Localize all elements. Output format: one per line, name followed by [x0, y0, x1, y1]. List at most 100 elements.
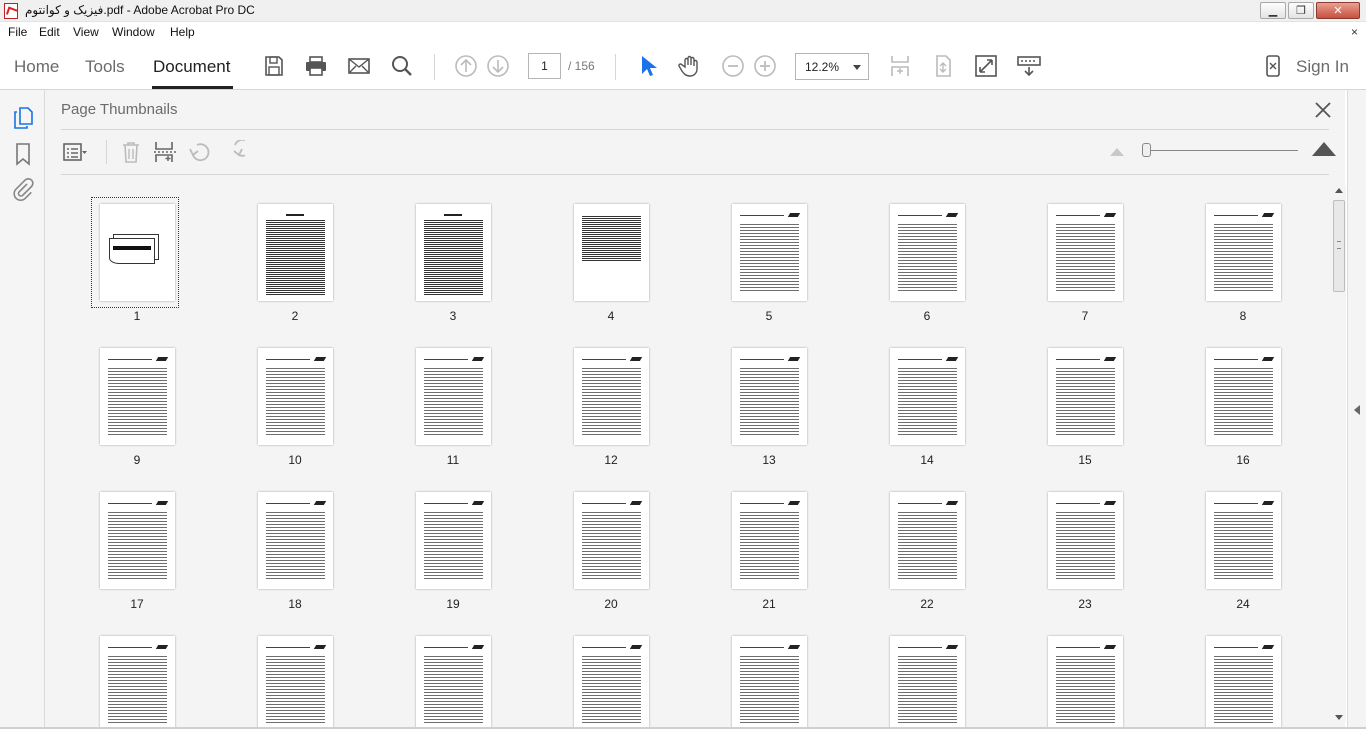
vertical-scrollbar[interactable] [1331, 186, 1346, 722]
insert-pages-icon[interactable] [153, 140, 177, 164]
page-thumbnail[interactable]: 7 [1035, 196, 1135, 326]
page-header [424, 645, 483, 650]
zoom-out-icon[interactable] [721, 54, 745, 78]
save-icon[interactable] [262, 54, 286, 78]
page-thumbnail[interactable] [719, 628, 819, 729]
page-thumbnail[interactable]: 4 [561, 196, 661, 326]
page-thumbnail[interactable]: 20 [561, 484, 661, 614]
page-thumbnail[interactable]: 11 [403, 340, 503, 470]
page-thumbnail[interactable]: 18 [245, 484, 345, 614]
page-thumbnail[interactable]: 2 [245, 196, 345, 326]
page-thumbnail[interactable]: 23 [1035, 484, 1135, 614]
page-thumbnail[interactable]: 15 [1035, 340, 1135, 470]
email-icon[interactable] [347, 54, 371, 78]
hand-tool-icon[interactable] [678, 54, 702, 78]
text-block [582, 512, 641, 580]
page-thumbnails-icon[interactable] [11, 106, 35, 130]
page-thumbnail[interactable]: 24 [1193, 484, 1293, 614]
scroll-up-icon[interactable] [1335, 188, 1343, 193]
page-thumbnail[interactable]: 22 [877, 484, 977, 614]
fit-page-icon[interactable] [888, 54, 912, 78]
print-icon[interactable] [304, 54, 328, 78]
slider-handle[interactable] [1142, 143, 1151, 157]
read-mode-icon[interactable] [1017, 54, 1041, 78]
page-thumbnail[interactable]: 8 [1193, 196, 1293, 326]
page-thumbnail[interactable]: 10 [245, 340, 345, 470]
menu-file[interactable]: File [8, 25, 27, 39]
page-header [266, 501, 325, 506]
page-thumbnail[interactable] [87, 628, 187, 729]
full-screen-icon[interactable] [974, 54, 998, 78]
close-document-button[interactable]: × [1351, 25, 1358, 39]
page-scroll-icon[interactable] [931, 54, 955, 78]
page-preview [416, 348, 491, 445]
page-thumbnail[interactable]: 9 [87, 340, 187, 470]
page-thumbnail[interactable]: 5 [719, 196, 819, 326]
page-thumbnail[interactable] [1035, 628, 1135, 729]
mobile-icon[interactable] [1261, 54, 1285, 78]
delete-icon[interactable] [119, 140, 143, 164]
page-preview [1206, 348, 1281, 445]
page-header [740, 357, 799, 362]
bookmark-icon[interactable] [11, 142, 35, 166]
page-thumbnail[interactable] [403, 628, 503, 729]
window-title: فیزیک و کوانتوم.pdf - Adobe Acrobat Pro … [25, 3, 255, 17]
menu-view[interactable]: View [73, 25, 99, 39]
search-icon[interactable] [390, 54, 414, 78]
page-thumbnail[interactable] [245, 628, 345, 729]
page-thumbnail[interactable]: 14 [877, 340, 977, 470]
zoom-in-icon[interactable] [753, 54, 777, 78]
minimize-icon: ▁ [1268, 5, 1278, 17]
close-window-button[interactable]: ✕ [1316, 2, 1360, 19]
page-thumbnail[interactable] [561, 628, 661, 729]
scrollbar-thumb[interactable] [1333, 200, 1345, 292]
page-down-icon[interactable] [486, 54, 510, 78]
page-number-label: 20 [604, 597, 618, 611]
menu-help[interactable]: Help [170, 25, 195, 39]
rotate-left-icon[interactable] [187, 140, 211, 164]
text-block [424, 220, 483, 296]
page-preview [732, 492, 807, 589]
page-thumbnail[interactable]: 1 [87, 196, 187, 326]
thumbnail-small-icon[interactable] [1110, 148, 1124, 156]
text-block [898, 224, 957, 292]
page-thumbnail[interactable] [1193, 628, 1293, 729]
menu-edit[interactable]: Edit [39, 25, 60, 39]
cover-graphic [109, 238, 155, 264]
thumbnail-large-icon[interactable] [1312, 142, 1336, 156]
page-number-label: 11 [446, 453, 460, 467]
page-thumbnail[interactable]: 3 [403, 196, 503, 326]
text-block [1214, 656, 1273, 724]
page-up-icon[interactable] [454, 54, 478, 78]
page-number-label: 14 [920, 453, 934, 467]
thumbnail-size-slider[interactable] [1148, 150, 1298, 151]
close-panel-button[interactable] [1313, 100, 1333, 120]
expand-right-pane-icon[interactable] [1354, 405, 1360, 415]
attachment-icon[interactable] [11, 178, 35, 202]
page-thumbnail[interactable]: 19 [403, 484, 503, 614]
page-thumbnail[interactable]: 16 [1193, 340, 1293, 470]
page-header [108, 645, 167, 650]
tab-tools[interactable]: Tools [85, 57, 125, 77]
rotate-right-icon[interactable] [221, 140, 245, 164]
page-header [108, 357, 167, 362]
page-thumbnail[interactable]: 6 [877, 196, 977, 326]
page-thumbnail[interactable] [877, 628, 977, 729]
zoom-select[interactable]: 12.2% [795, 53, 869, 80]
scroll-down-icon[interactable] [1335, 715, 1343, 720]
text-block [266, 220, 325, 296]
page-thumbnail[interactable]: 12 [561, 340, 661, 470]
page-number-input[interactable]: 1 [528, 53, 561, 79]
select-cursor-icon[interactable] [636, 54, 660, 78]
tab-home[interactable]: Home [14, 57, 59, 77]
maximize-button[interactable]: ❐ [1288, 2, 1314, 19]
tab-document[interactable]: Document [153, 57, 230, 77]
menu-window[interactable]: Window [112, 25, 155, 39]
text-block [1214, 368, 1273, 436]
page-thumbnail[interactable]: 17 [87, 484, 187, 614]
page-thumbnail[interactable]: 21 [719, 484, 819, 614]
minimize-button[interactable]: ▁ [1260, 2, 1286, 19]
options-icon[interactable] [63, 140, 87, 164]
page-thumbnail[interactable]: 13 [719, 340, 819, 470]
sign-in-button[interactable]: Sign In [1296, 57, 1349, 77]
